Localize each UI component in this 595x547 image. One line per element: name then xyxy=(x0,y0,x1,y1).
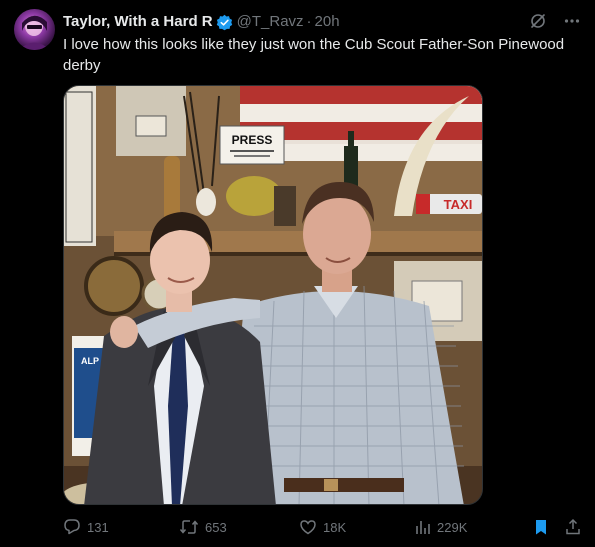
bookmark-icon xyxy=(533,518,549,536)
sign-alp: ALP xyxy=(81,356,99,366)
retweet-count: 653 xyxy=(205,519,227,535)
reply-button[interactable]: 131 xyxy=(63,516,109,538)
reply-icon xyxy=(63,518,81,536)
tweet: Taylor, With a Hard R @T_Ravz · 20h I lo… xyxy=(0,0,595,547)
views-count: 229K xyxy=(437,519,468,535)
reply-count: 131 xyxy=(87,519,109,535)
tweet-photo[interactable]: PRESS TAXI ALP xyxy=(63,85,483,505)
share-button[interactable] xyxy=(565,516,581,538)
like-button[interactable]: 18K xyxy=(299,516,346,538)
action-bar: 131 653 18K 229K xyxy=(63,516,583,538)
handle[interactable]: @T_Ravz xyxy=(237,12,304,32)
tweet-header: Taylor, With a Hard R @T_Ravz · 20h xyxy=(63,12,581,32)
header-icons xyxy=(529,12,581,30)
verified-badge-icon xyxy=(216,14,233,31)
separator-dot: · xyxy=(306,13,312,30)
views-icon xyxy=(415,518,431,536)
grok-icon[interactable] xyxy=(529,12,547,30)
retweet-button[interactable]: 653 xyxy=(179,516,227,538)
views-button[interactable]: 229K xyxy=(415,516,467,538)
sign-press: PRESS xyxy=(232,133,273,147)
sign-taxi: TAXI xyxy=(444,197,473,212)
bookmark-button[interactable] xyxy=(533,516,549,538)
tweet-text: I love how this looks like they just won… xyxy=(63,36,565,74)
like-count: 18K xyxy=(323,519,347,535)
timestamp[interactable]: 20h xyxy=(315,12,340,32)
more-icon[interactable] xyxy=(563,12,581,30)
avatar[interactable] xyxy=(14,9,55,50)
share-icon xyxy=(565,518,581,536)
retweet-icon xyxy=(179,518,199,536)
like-icon xyxy=(299,518,317,536)
display-name[interactable]: Taylor, With a Hard R xyxy=(63,12,213,32)
